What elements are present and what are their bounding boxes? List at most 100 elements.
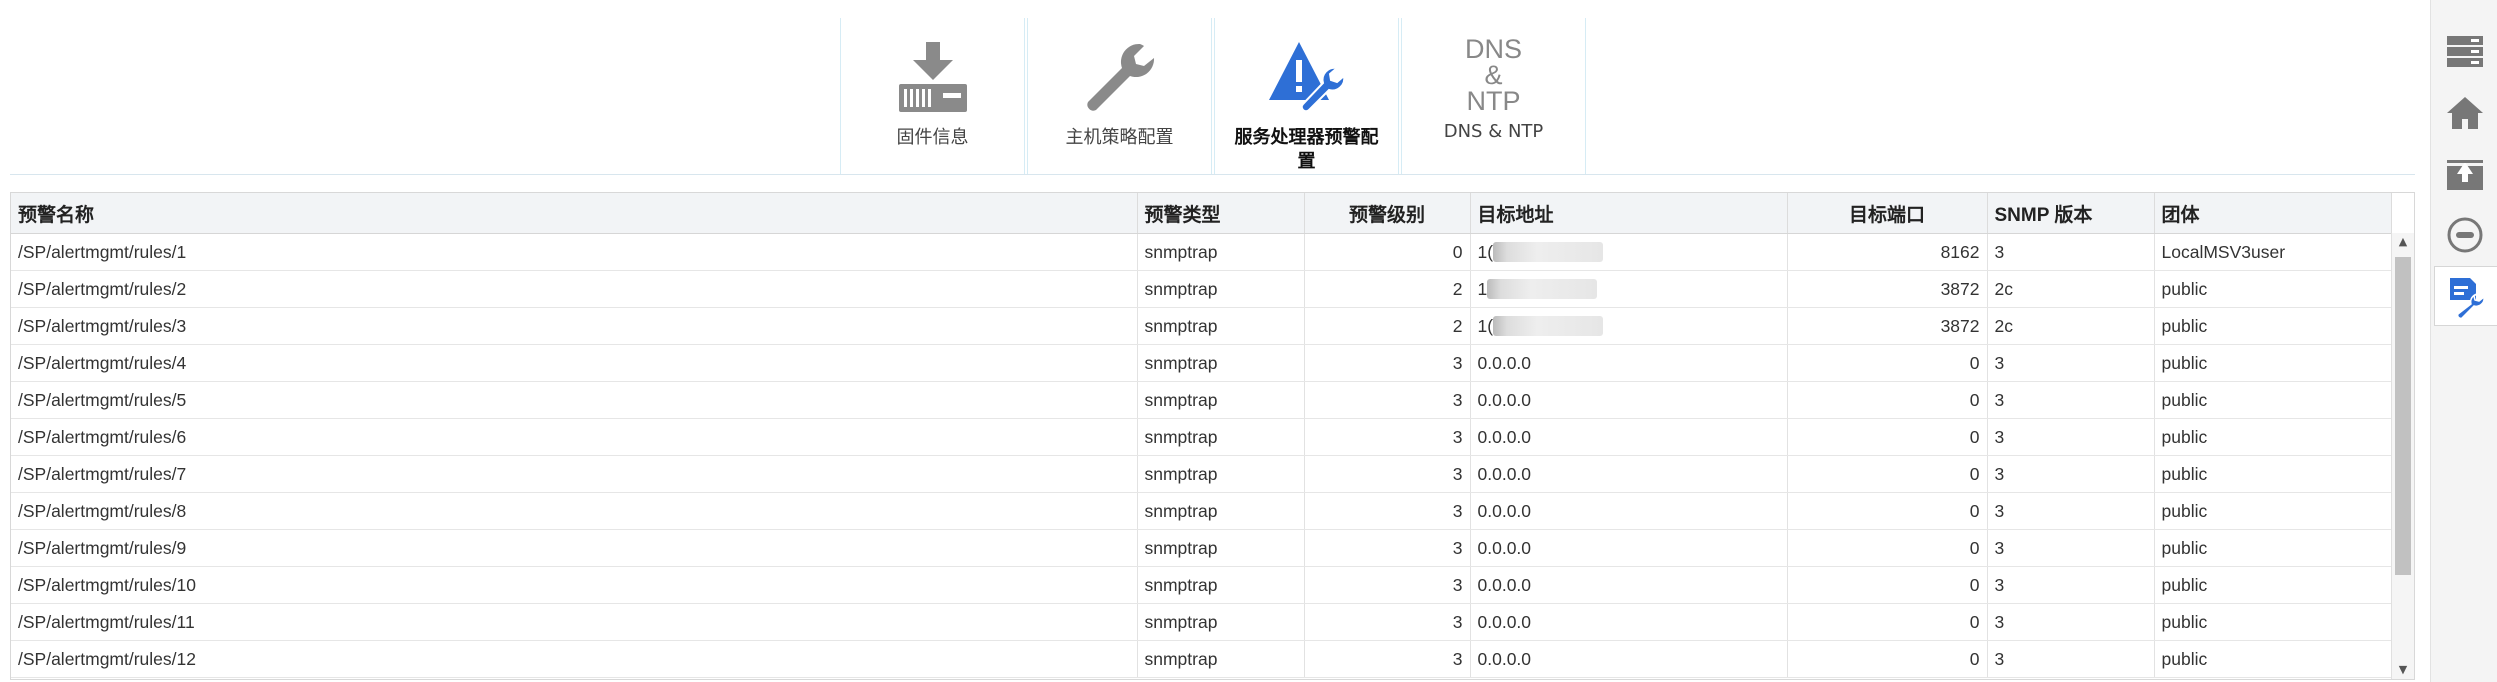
target-port-cell: 3872 — [1787, 270, 1988, 308]
toolbar-label: 服务处理器预警配置 — [1234, 127, 1379, 172]
toolbar-firmware-info[interactable]: 固件信息 — [840, 18, 1025, 174]
table-row[interactable]: /SP/alertmgmt/rules/6 snmptrap 3 0.0.0.0 0 3 p… — [11, 418, 2392, 456]
target-port-cell: 0 — [1787, 492, 1988, 530]
table-row[interactable]: /SP/alertmgmt/rules/8 snmptrap 3 0.0.0.0 0 3 p… — [11, 492, 2392, 530]
alert-type-cell: snmptrap — [1137, 492, 1305, 530]
snmp-version-cell: 3 — [1987, 344, 2155, 382]
community-cell: public — [2154, 344, 2392, 382]
alert-level-cell: 3 — [1304, 344, 1471, 382]
target-address-cell: 0.0.0.0 — [1470, 640, 1788, 678]
snmp-version-cell: 3 — [1987, 492, 2155, 530]
snmp-version-cell: 3 — [1987, 233, 2155, 271]
column-header[interactable]: 团体 — [2154, 193, 2392, 234]
alert-rules-table: 预警名称 预警类型 预警级别 目标地址 目标端口 SNMP 版本 团体 /SP/… — [10, 192, 2415, 680]
rule-name-cell: /SP/alertmgmt/rules/4 — [11, 344, 1138, 382]
target-address-cell: 0.0.0.0 — [1470, 492, 1788, 530]
snmp-version-cell: 3 — [1987, 418, 2155, 456]
toolbar-host-policy[interactable]: 主机策略配置 — [1027, 18, 1212, 174]
target-address-text: 1( — [1477, 315, 1494, 336]
column-header[interactable]: 预警名称 — [11, 193, 1138, 234]
community-cell: public — [2154, 566, 2392, 604]
table-row[interactable]: /SP/alertmgmt/rules/11 snmptrap 3 0.0.0.0 0 3… — [11, 603, 2392, 641]
column-header[interactable]: 预警级别 — [1304, 193, 1471, 234]
community-cell: public — [2154, 492, 2392, 530]
table-row[interactable]: /SP/alertmgmt/rules/7 snmptrap 3 0.0.0.0 0 3 p… — [11, 455, 2392, 493]
upload-box-icon — [2447, 160, 2483, 190]
target-address-cell: 0.0.0.0 — [1470, 418, 1788, 456]
scroll-up-icon[interactable]: ▲ — [2392, 233, 2414, 251]
toolbar-sp-alert-config[interactable]: 服务处理器预警配置 — [1214, 18, 1399, 174]
home-icon — [2447, 97, 2483, 129]
alert-type-cell: snmptrap — [1137, 270, 1305, 308]
alert-wrench-icon — [1267, 38, 1347, 118]
alert-type-cell: snmptrap — [1137, 455, 1305, 493]
community-cell: public — [2154, 455, 2392, 493]
dns-ntp-icon: DNS & NTP — [1464, 34, 1522, 116]
community-cell: public — [2154, 307, 2392, 345]
community-cell: public — [2154, 640, 2392, 678]
toolbar-dns-ntp[interactable]: DNS & NTP DNS & NTP — [1401, 18, 1586, 174]
alert-level-cell: 2 — [1304, 307, 1471, 345]
vertical-scrollbar[interactable]: ▲ ▼ — [2391, 233, 2414, 679]
target-port-cell: 0 — [1787, 529, 1988, 567]
sidebar-upload[interactable] — [2434, 146, 2496, 204]
target-address-text: 1 — [1477, 278, 1488, 299]
table-row[interactable]: /SP/alertmgmt/rules/9 snmptrap 3 0.0.0.0 0 3 p… — [11, 529, 2392, 567]
target-address-cell: 1( — [1470, 233, 1788, 271]
alert-level-cell: 3 — [1304, 455, 1471, 493]
community-cell: LocalMSV3user — [2154, 233, 2392, 271]
alert-level-cell: 0 — [1304, 233, 1471, 271]
target-port-cell: 0 — [1787, 418, 1988, 456]
alert-type-cell: snmptrap — [1137, 603, 1305, 641]
sidebar-server-list[interactable] — [2434, 22, 2496, 80]
alert-level-cell: 3 — [1304, 603, 1471, 641]
firmware-download-icon — [893, 38, 973, 118]
scrollbar-thumb[interactable] — [2395, 257, 2411, 575]
wrench-icon — [1080, 38, 1160, 118]
target-port-cell: 0 — [1787, 640, 1988, 678]
rule-name-cell: /SP/alertmgmt/rules/5 — [11, 381, 1138, 419]
rule-name-cell: /SP/alertmgmt/rules/7 — [11, 455, 1138, 493]
alert-level-cell: 3 — [1304, 529, 1471, 567]
community-cell: public — [2154, 418, 2392, 456]
alert-level-cell: 3 — [1304, 381, 1471, 419]
table-row[interactable]: /SP/alertmgmt/rules/1 snmptrap 0 1(8162 3 Loc… — [11, 233, 2392, 271]
rule-name-cell: /SP/alertmgmt/rules/8 — [11, 492, 1138, 530]
column-header[interactable]: SNMP 版本 — [1987, 193, 2155, 234]
community-cell: public — [2154, 603, 2392, 641]
community-cell: public — [2154, 270, 2392, 308]
sidebar-power[interactable] — [2434, 206, 2496, 264]
target-address-cell: 1( — [1470, 307, 1788, 345]
alert-level-cell: 3 — [1304, 640, 1471, 678]
alert-level-cell: 3 — [1304, 418, 1471, 456]
column-header[interactable]: 目标地址 — [1470, 193, 1788, 234]
table-row[interactable]: /SP/alertmgmt/rules/4 snmptrap 3 0.0.0.0 0 3 p… — [11, 344, 2392, 382]
table-row[interactable]: /SP/alertmgmt/rules/12 snmptrap 3 0.0.0.0 0 3… — [11, 640, 2392, 678]
power-circle-icon — [2447, 217, 2483, 253]
target-port-cell: 8162 — [1787, 233, 1988, 271]
snmp-version-cell: 2c — [1987, 307, 2155, 345]
rule-name-cell: /SP/alertmgmt/rules/9 — [11, 529, 1138, 567]
target-port-cell: 0 — [1787, 455, 1988, 493]
target-address-text: 1( — [1477, 241, 1494, 262]
community-cell: public — [2154, 529, 2392, 567]
column-header[interactable]: 目标端口 — [1787, 193, 1988, 234]
table-row[interactable]: /SP/alertmgmt/rules/5 snmptrap 3 0.0.0.0 0 3 p… — [11, 381, 2392, 419]
table-row[interactable]: /SP/alertmgmt/rules/2 snmptrap 2 1 3872 2c pub… — [11, 270, 2392, 308]
alert-type-cell: snmptrap — [1137, 381, 1305, 419]
table-row[interactable]: /SP/alertmgmt/rules/10 snmptrap 3 0.0.0.0 0 3… — [11, 566, 2392, 604]
target-port-cell: 0 — [1787, 566, 1988, 604]
rule-name-cell: /SP/alertmgmt/rules/2 — [11, 270, 1138, 308]
column-header[interactable]: 预警类型 — [1137, 193, 1305, 234]
table-header: 预警名称 预警类型 预警级别 目标地址 目标端口 SNMP 版本 团体 — [11, 193, 2392, 234]
scroll-down-icon[interactable]: ▼ — [2392, 661, 2414, 679]
rule-name-cell: /SP/alertmgmt/rules/3 — [11, 307, 1138, 345]
table-row[interactable]: /SP/alertmgmt/rules/3 snmptrap 2 1(3872 2c pu… — [11, 307, 2392, 345]
rule-name-cell: /SP/alertmgmt/rules/11 — [11, 603, 1138, 641]
toolbar-divider — [10, 174, 2415, 175]
alert-level-cell: 3 — [1304, 566, 1471, 604]
alert-type-cell: snmptrap — [1137, 233, 1305, 271]
sidebar-config[interactable] — [2434, 266, 2497, 326]
redacted-address — [1493, 242, 1604, 263]
sidebar-home[interactable] — [2434, 84, 2496, 142]
